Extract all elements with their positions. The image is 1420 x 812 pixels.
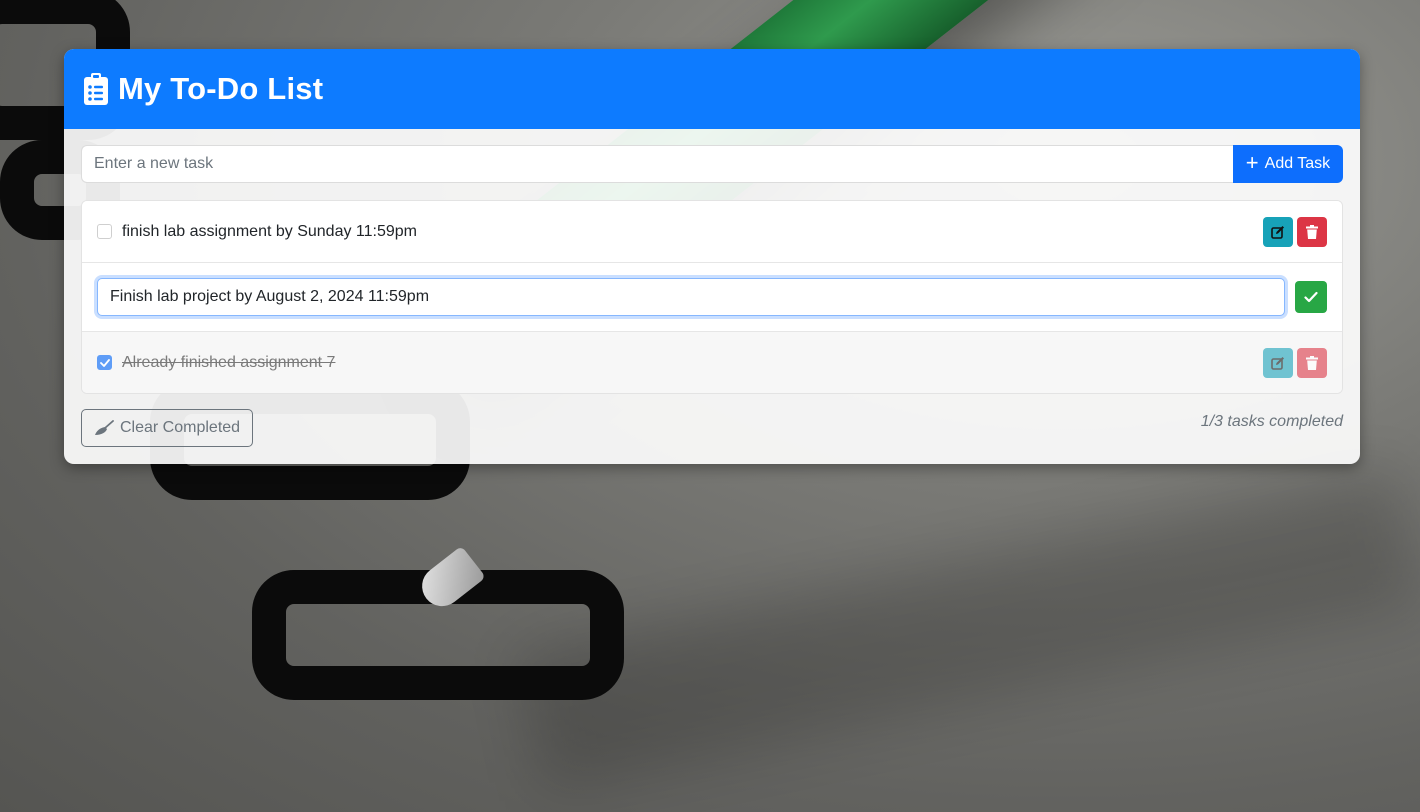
task-actions [1263,347,1327,378]
edit-icon [1271,356,1284,370]
save-task-button[interactable] [1295,281,1327,313]
new-task-input[interactable] [81,145,1233,183]
task-actions [1263,216,1327,247]
delete-task-button[interactable] [1297,347,1327,378]
add-task-button[interactable]: + Add Task [1233,145,1343,183]
task-checkbox[interactable] [97,224,112,239]
task-text: finish lab assignment by Sunday 11:59pm [122,222,417,240]
edit-task-button[interactable] [1263,347,1293,378]
clipboard-list-icon [84,73,108,105]
edit-icon [1271,225,1284,239]
clear-completed-button[interactable]: Clear Completed [81,409,254,447]
edit-task-input[interactable] [97,278,1285,316]
task-item-editing [82,263,1342,332]
trash-icon [1306,355,1318,370]
check-icon [99,358,110,367]
delete-task-button[interactable] [1297,216,1327,247]
add-task-label: Add Task [1264,155,1331,172]
completion-status: 1/3 tasks completed [1200,413,1343,430]
task-item: finish lab assignment by Sunday 11:59pm [82,201,1342,263]
task-checkbox[interactable] [97,355,112,370]
edit-task-button[interactable] [1263,216,1293,247]
todo-card: My To-Do List + Add Task finish lab assi… [64,49,1360,464]
task-list: finish lab assignment by Sunday 11:59pm [81,200,1343,394]
task-item-completed: Already finished assignment 7 [82,332,1342,393]
page-title: My To-Do List [118,71,324,106]
check-icon [1304,291,1318,303]
add-task-form: + Add Task [81,145,1343,183]
plus-icon: + [1245,150,1259,175]
trash-icon [1306,224,1318,239]
broom-icon [95,420,114,435]
task-text: Already finished assignment 7 [122,353,336,371]
clear-completed-label: Clear Completed [120,419,241,436]
card-header: My To-Do List [64,49,1360,129]
list-footer: Clear Completed 1/3 tasks completed [81,409,1343,447]
